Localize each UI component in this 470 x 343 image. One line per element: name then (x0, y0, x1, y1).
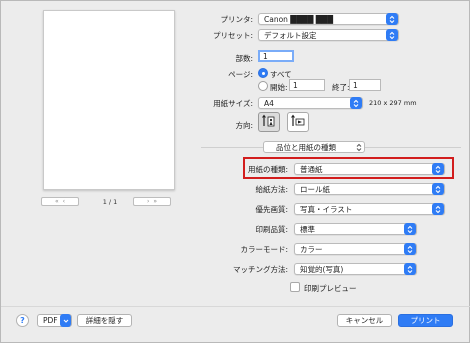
printer-label: プリンタ: (220, 15, 253, 24)
first-prev-page-buttons[interactable]: « ‹ (41, 197, 79, 206)
pages-range-radio[interactable] (258, 81, 268, 91)
first-page-icon[interactable]: « (55, 198, 59, 205)
pdf-label: PDF (43, 316, 58, 325)
paper-size-label: 用紙サイズ: (213, 99, 253, 108)
orientation-label: 方向: (235, 121, 253, 130)
chevron-updown-icon (350, 97, 362, 109)
pages-to-label: 終了: (332, 83, 350, 92)
chevron-updown-icon (356, 143, 362, 154)
chevron-updown-icon (432, 203, 444, 215)
landscape-orientation-icon (291, 114, 305, 130)
pages-all-radio[interactable] (258, 68, 268, 78)
print-preview-checkbox[interactable] (290, 282, 300, 292)
hide-details-button[interactable]: 詳細を隠す (77, 314, 132, 327)
print-button[interactable]: プリント (398, 314, 453, 327)
chevron-updown-icon (386, 29, 398, 41)
page-counter: 1 / 1 (102, 198, 118, 206)
bottom-separator (1, 306, 470, 307)
pages-from-label: 開始: (270, 83, 288, 92)
chevron-down-icon (60, 314, 71, 327)
media-type-popup[interactable]: 普通紙 (294, 163, 445, 175)
presets-value: デフォルト設定 (264, 30, 317, 40)
print-preview-label: 印刷プレビュー (304, 284, 357, 293)
paper-size-dimensions: 210 x 297 mm (369, 99, 417, 107)
print-quality-value: 標準 (300, 224, 315, 234)
printer-popup[interactable]: Canon ████ ███ (258, 13, 399, 25)
matching-method-value: 知覚的(写真) (300, 264, 344, 274)
color-mode-value: カラー (300, 244, 323, 254)
chevron-updown-icon (404, 263, 416, 275)
last-page-icon[interactable]: » (153, 198, 157, 205)
media-type-value: 普通紙 (300, 164, 323, 174)
pages-to-field[interactable]: 1 (349, 79, 381, 91)
portrait-orientation-icon (262, 114, 276, 130)
chevron-updown-icon (386, 13, 398, 25)
paper-source-popup[interactable]: ロール紙 (294, 183, 445, 195)
color-mode-label: カラーモード: (240, 245, 288, 254)
print-quality-popup[interactable]: 標準 (294, 223, 417, 235)
presets-label: プリセット: (212, 31, 253, 40)
next-page-icon[interactable]: › (147, 198, 149, 205)
print-dialog: « ‹ 1 / 1 › » プリンタ: Canon ████ ███ プリセット… (0, 0, 470, 343)
paper-size-popup[interactable]: A4 (258, 97, 363, 109)
print-quality-label: 印刷品質: (255, 225, 288, 234)
paper-source-value: ロール紙 (300, 184, 330, 194)
page-preview (43, 10, 175, 190)
help-button[interactable]: ? (16, 314, 29, 327)
print-priority-value: 写真・イラスト (300, 204, 353, 214)
copies-label: 部数: (235, 54, 253, 63)
print-priority-popup[interactable]: 写真・イラスト (294, 203, 445, 215)
section-popup[interactable]: 品位と用紙の種類 (263, 141, 365, 153)
printer-value: Canon ████ ███ (264, 14, 334, 24)
portrait-orientation-button[interactable] (258, 112, 280, 132)
color-mode-popup[interactable]: カラー (294, 243, 417, 255)
matching-method-label: マッチング方法: (232, 265, 288, 274)
matching-method-popup[interactable]: 知覚的(写真) (294, 263, 417, 275)
paper-size-value: A4 (264, 98, 274, 108)
presets-popup[interactable]: デフォルト設定 (258, 29, 399, 41)
chevron-updown-icon (432, 183, 444, 195)
chevron-updown-icon (432, 163, 444, 175)
cancel-button[interactable]: キャンセル (337, 314, 392, 327)
print-priority-label: 優先画質: (255, 205, 288, 214)
prev-page-icon[interactable]: ‹ (63, 198, 65, 205)
pages-from-field[interactable]: 1 (289, 79, 325, 91)
media-type-label: 用紙の種類: (247, 165, 288, 174)
copies-field[interactable]: 1 (258, 50, 294, 62)
next-last-page-buttons[interactable]: › » (133, 197, 171, 206)
pdf-menu-button[interactable]: PDF (37, 314, 72, 327)
section-value: 品位と用紙の種類 (276, 142, 336, 152)
landscape-orientation-button[interactable] (287, 112, 309, 132)
chevron-updown-icon (404, 243, 416, 255)
paper-source-label: 給紙方法: (255, 185, 288, 194)
pages-label: ページ: (228, 70, 253, 79)
chevron-updown-icon (404, 223, 416, 235)
